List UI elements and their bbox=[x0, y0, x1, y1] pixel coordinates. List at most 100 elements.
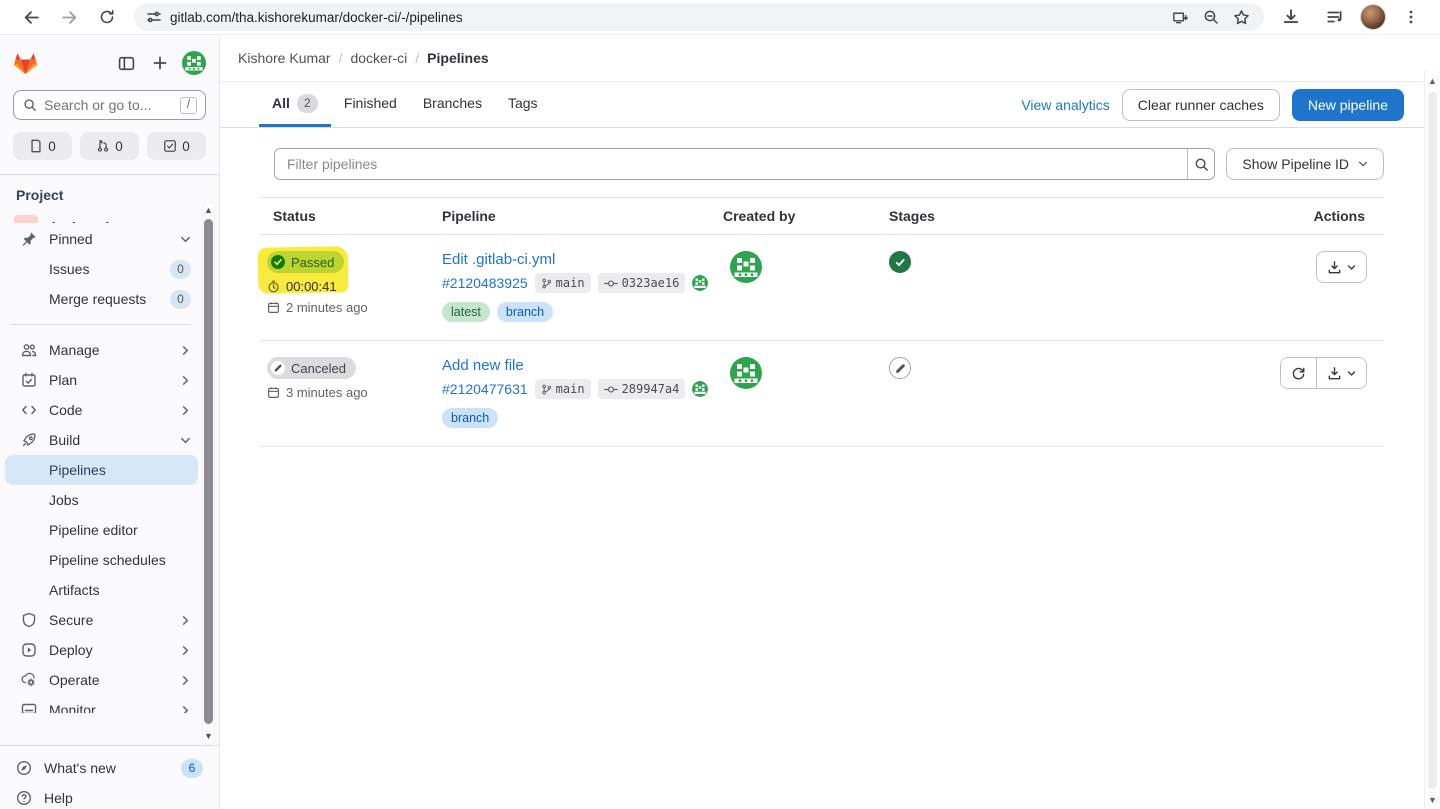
column-header-pipeline: Pipeline bbox=[442, 208, 723, 224]
commit-sha-chip[interactable]: 289947a4 bbox=[598, 379, 686, 399]
help-item[interactable]: Help bbox=[8, 783, 211, 809]
sidebar-item-pipelines[interactable]: Pipelines bbox=[5, 455, 198, 485]
sidebar-scrollbar-thumb[interactable] bbox=[204, 219, 213, 724]
page-scrollbar-thumb[interactable] bbox=[1428, 92, 1437, 789]
status-badge-passed[interactable]: Passed bbox=[267, 251, 344, 273]
creator-avatar-identicon[interactable] bbox=[730, 357, 889, 389]
sidebar-item-secure[interactable]: Secure bbox=[5, 605, 201, 635]
tab-tags[interactable]: Tags bbox=[495, 82, 551, 127]
calendar-check-icon bbox=[21, 372, 37, 388]
sidebar-item-pinned[interactable]: Pinned bbox=[5, 224, 201, 254]
tab-branches[interactable]: Branches bbox=[410, 82, 495, 127]
create-new-icon[interactable] bbox=[148, 51, 172, 75]
tab-all[interactable]: All 2 bbox=[259, 82, 331, 127]
sidebar-item-pipeline-editor[interactable]: Pipeline editor bbox=[5, 515, 201, 545]
gitlab-logo[interactable] bbox=[13, 51, 38, 75]
commit-sha-chip[interactable]: 0323ae16 bbox=[598, 273, 686, 293]
search-input[interactable] bbox=[44, 97, 180, 113]
chevron-right-icon bbox=[180, 405, 191, 416]
download-artifacts-dropdown[interactable] bbox=[1316, 358, 1366, 388]
sidebar-item-monitor[interactable]: Monitor bbox=[5, 695, 201, 713]
sidebar-item-artifacts[interactable]: Artifacts bbox=[5, 575, 201, 605]
clear-runner-caches-button[interactable]: Clear runner caches bbox=[1122, 89, 1280, 121]
bookmark-star-icon[interactable] bbox=[1233, 9, 1250, 26]
sidebar-item-jobs[interactable]: Jobs bbox=[5, 485, 201, 515]
user-avatar-identicon[interactable] bbox=[182, 51, 206, 75]
sidebar-item-merge-requests[interactable]: Merge requests 0 bbox=[5, 284, 201, 314]
label-branch[interactable]: branch bbox=[497, 302, 553, 322]
branch-chip[interactable]: main bbox=[535, 379, 591, 399]
downloads-icon[interactable] bbox=[1277, 3, 1305, 31]
sidebar-item-operate[interactable]: Operate bbox=[5, 665, 201, 695]
sidebar-toggle-icon[interactable] bbox=[114, 51, 138, 75]
sidebar-item-code[interactable]: Code bbox=[5, 395, 201, 425]
pipeline-row: Canceled 3 minutes ago Add new file #212… bbox=[259, 340, 1384, 447]
pipeline-id-link[interactable]: #2120477631 bbox=[442, 381, 528, 397]
chevron-down-icon bbox=[1358, 159, 1368, 169]
branch-chip[interactable]: main bbox=[535, 273, 591, 293]
label-branch[interactable]: branch bbox=[442, 408, 498, 428]
zoom-icon[interactable] bbox=[1203, 9, 1219, 25]
back-icon[interactable] bbox=[17, 3, 45, 31]
sidebar-item-manage[interactable]: Manage bbox=[5, 335, 201, 365]
column-header-status: Status bbox=[259, 208, 442, 224]
pipeline-id-link[interactable]: #2120483925 bbox=[442, 275, 528, 291]
sidebar-item-issues[interactable]: Issues 0 bbox=[5, 254, 201, 284]
breadcrumb-project[interactable]: docker-ci bbox=[350, 50, 407, 66]
browser-menu-icon[interactable] bbox=[1397, 3, 1425, 31]
merge-requests-counter[interactable]: 0 bbox=[80, 132, 139, 160]
filter-search-icon[interactable] bbox=[1187, 149, 1214, 179]
url-text[interactable]: gitlab.com/tha.kishorekumar/docker-ci/-/… bbox=[170, 10, 463, 25]
todos-counter[interactable]: 0 bbox=[147, 132, 206, 160]
sidebar-nav: Pinned Issues 0 Merge requests 0 Manage … bbox=[0, 208, 201, 713]
pipeline-title-link[interactable]: Add new file bbox=[442, 357, 524, 374]
filter-pipelines-box bbox=[274, 148, 1215, 180]
sidebar: / 0 0 0 Project D docker-ci bbox=[0, 35, 220, 809]
commit-icon bbox=[604, 279, 618, 288]
sidebar-item-plan[interactable]: Plan bbox=[5, 365, 201, 395]
breadcrumb-current-page: Pipelines bbox=[427, 50, 488, 66]
chevron-down-icon bbox=[180, 234, 191, 245]
global-search[interactable]: / bbox=[13, 90, 206, 120]
pipeline-title-link[interactable]: Edit .gitlab-ci.yml bbox=[442, 251, 555, 268]
issues-counter[interactable]: 0 bbox=[13, 132, 72, 160]
stage-status-passed-icon[interactable] bbox=[889, 251, 911, 273]
scroll-up-icon[interactable]: ▲ bbox=[1425, 76, 1440, 86]
commit-author-identicon[interactable] bbox=[692, 275, 708, 291]
forward-icon[interactable] bbox=[55, 3, 83, 31]
status-badge-canceled[interactable]: Canceled bbox=[267, 357, 356, 379]
media-queue-icon[interactable] bbox=[1321, 3, 1349, 31]
download-artifacts-dropdown[interactable] bbox=[1317, 252, 1366, 282]
address-bar[interactable]: gitlab.com/tha.kishorekumar/docker-ci/-/… bbox=[134, 3, 1264, 31]
retry-pipeline-button[interactable] bbox=[1281, 358, 1316, 388]
page-scrollbar[interactable]: ▲ ▼ bbox=[1424, 70, 1440, 809]
scroll-up-icon[interactable]: ▲ bbox=[203, 205, 214, 215]
sidebar-item-build[interactable]: Build bbox=[5, 425, 201, 455]
tab-finished[interactable]: Finished bbox=[331, 82, 410, 127]
creator-avatar-identicon[interactable] bbox=[730, 251, 889, 283]
merge-requests-count-badge: 0 bbox=[170, 290, 191, 309]
new-pipeline-button[interactable]: New pipeline bbox=[1292, 89, 1404, 121]
reload-icon[interactable] bbox=[93, 3, 121, 31]
chevron-down-icon bbox=[180, 435, 191, 446]
scroll-down-icon[interactable]: ▼ bbox=[203, 731, 214, 741]
sidebar-item-deploy[interactable]: Deploy bbox=[5, 635, 201, 665]
sidebar-item-pipeline-schedules[interactable]: Pipeline schedules bbox=[5, 545, 201, 575]
install-app-icon[interactable] bbox=[1172, 9, 1189, 26]
whats-new-item[interactable]: What's new 6 bbox=[8, 753, 211, 783]
browser-profile-avatar[interactable] bbox=[1360, 4, 1386, 30]
site-info-icon[interactable] bbox=[146, 9, 162, 25]
breadcrumb-owner[interactable]: Kishore Kumar bbox=[238, 50, 331, 66]
commit-author-identicon[interactable] bbox=[692, 381, 708, 397]
view-analytics-link[interactable]: View analytics bbox=[1021, 97, 1109, 113]
filter-pipelines-input[interactable] bbox=[275, 149, 1187, 179]
rocket-icon bbox=[21, 432, 37, 448]
label-latest[interactable]: latest bbox=[442, 302, 490, 322]
sidebar-scrollbar[interactable]: ▲ ▼ bbox=[202, 201, 215, 745]
scroll-down-icon[interactable]: ▼ bbox=[1425, 795, 1440, 805]
chevron-right-icon bbox=[180, 675, 191, 686]
chevron-right-icon bbox=[180, 705, 191, 714]
stage-status-canceled-icon[interactable] bbox=[889, 357, 911, 379]
show-pipeline-id-dropdown[interactable]: Show Pipeline ID bbox=[1226, 148, 1384, 180]
search-shortcut-hint: / bbox=[180, 97, 197, 114]
